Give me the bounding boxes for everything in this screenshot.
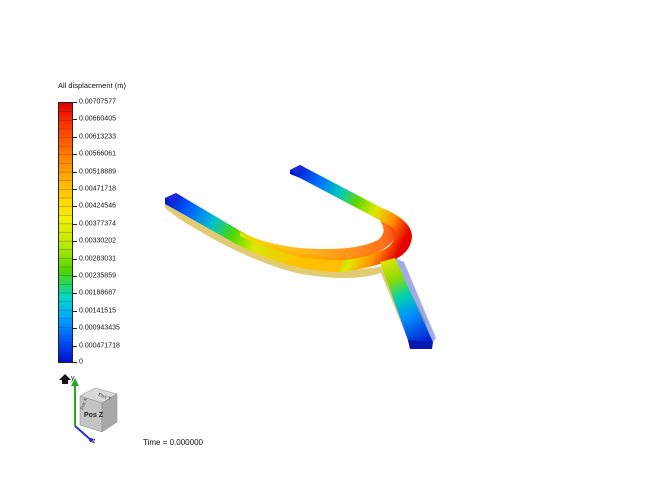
home-view-icon (59, 374, 71, 384)
left-arm (165, 193, 345, 272)
time-readout: Time = 0.000000 (143, 438, 203, 447)
tick-mark (73, 310, 77, 312)
tick-label: 0.00424546 (79, 202, 116, 210)
color-scale-ticks: 0.00707577 0.00660405 0.00613233 0.00566… (73, 98, 143, 366)
3d-viewport[interactable]: All displacement (m) 0.00707577 0.006604… (0, 0, 666, 500)
tick-mark (73, 241, 77, 243)
tick-mark (73, 136, 77, 138)
orientation-widget[interactable]: y z Pos Y Pos Z Pos X (55, 370, 125, 450)
tick-label: 0.00518889 (79, 168, 116, 176)
tick-mark (73, 119, 77, 121)
tick-mark (73, 154, 77, 156)
tick-label: 0.00235859 (79, 272, 116, 280)
tick-mark (73, 189, 77, 190)
tick-mark (73, 276, 77, 277)
tick-mark (73, 206, 77, 208)
tick-mark (73, 102, 77, 103)
tick-mark (73, 328, 77, 330)
orientation-cube[interactable]: y z Pos Y Pos Z Pos X (55, 370, 125, 450)
color-scale-divisions (59, 111, 72, 354)
tick-label: 0.00471718 (79, 185, 116, 193)
color-scale-bar (58, 102, 73, 363)
tick-label: 0.00283031 (79, 255, 116, 263)
legend-title: All displacement (m) (58, 81, 126, 90)
tick-label: 0 (79, 358, 83, 366)
tick-mark (73, 293, 77, 295)
tick-label: 0.00188687 (79, 289, 116, 297)
tick-label: 0.00141515 (79, 307, 116, 315)
axis-y-label: y (71, 375, 75, 382)
tick-mark (73, 171, 77, 173)
tick-mark (73, 362, 77, 363)
tick-mark (73, 258, 77, 260)
tick-mark (73, 223, 77, 225)
tick-label: 0.00613233 (79, 133, 116, 141)
tick-label: 0.00566061 (79, 150, 116, 158)
tick-label: 0.000471718 (79, 342, 120, 350)
tick-label: 0.00377374 (79, 220, 116, 228)
tick-label: 0.00707577 (79, 98, 116, 106)
tick-label: 0.00330202 (79, 237, 116, 245)
axis-z-label: z (92, 438, 96, 445)
tick-label: 0.000943435 (79, 324, 120, 332)
tick-mark (73, 345, 77, 347)
tick-label: 0.00660405 (79, 115, 116, 123)
cube-face-label: Pos Z (84, 412, 104, 419)
